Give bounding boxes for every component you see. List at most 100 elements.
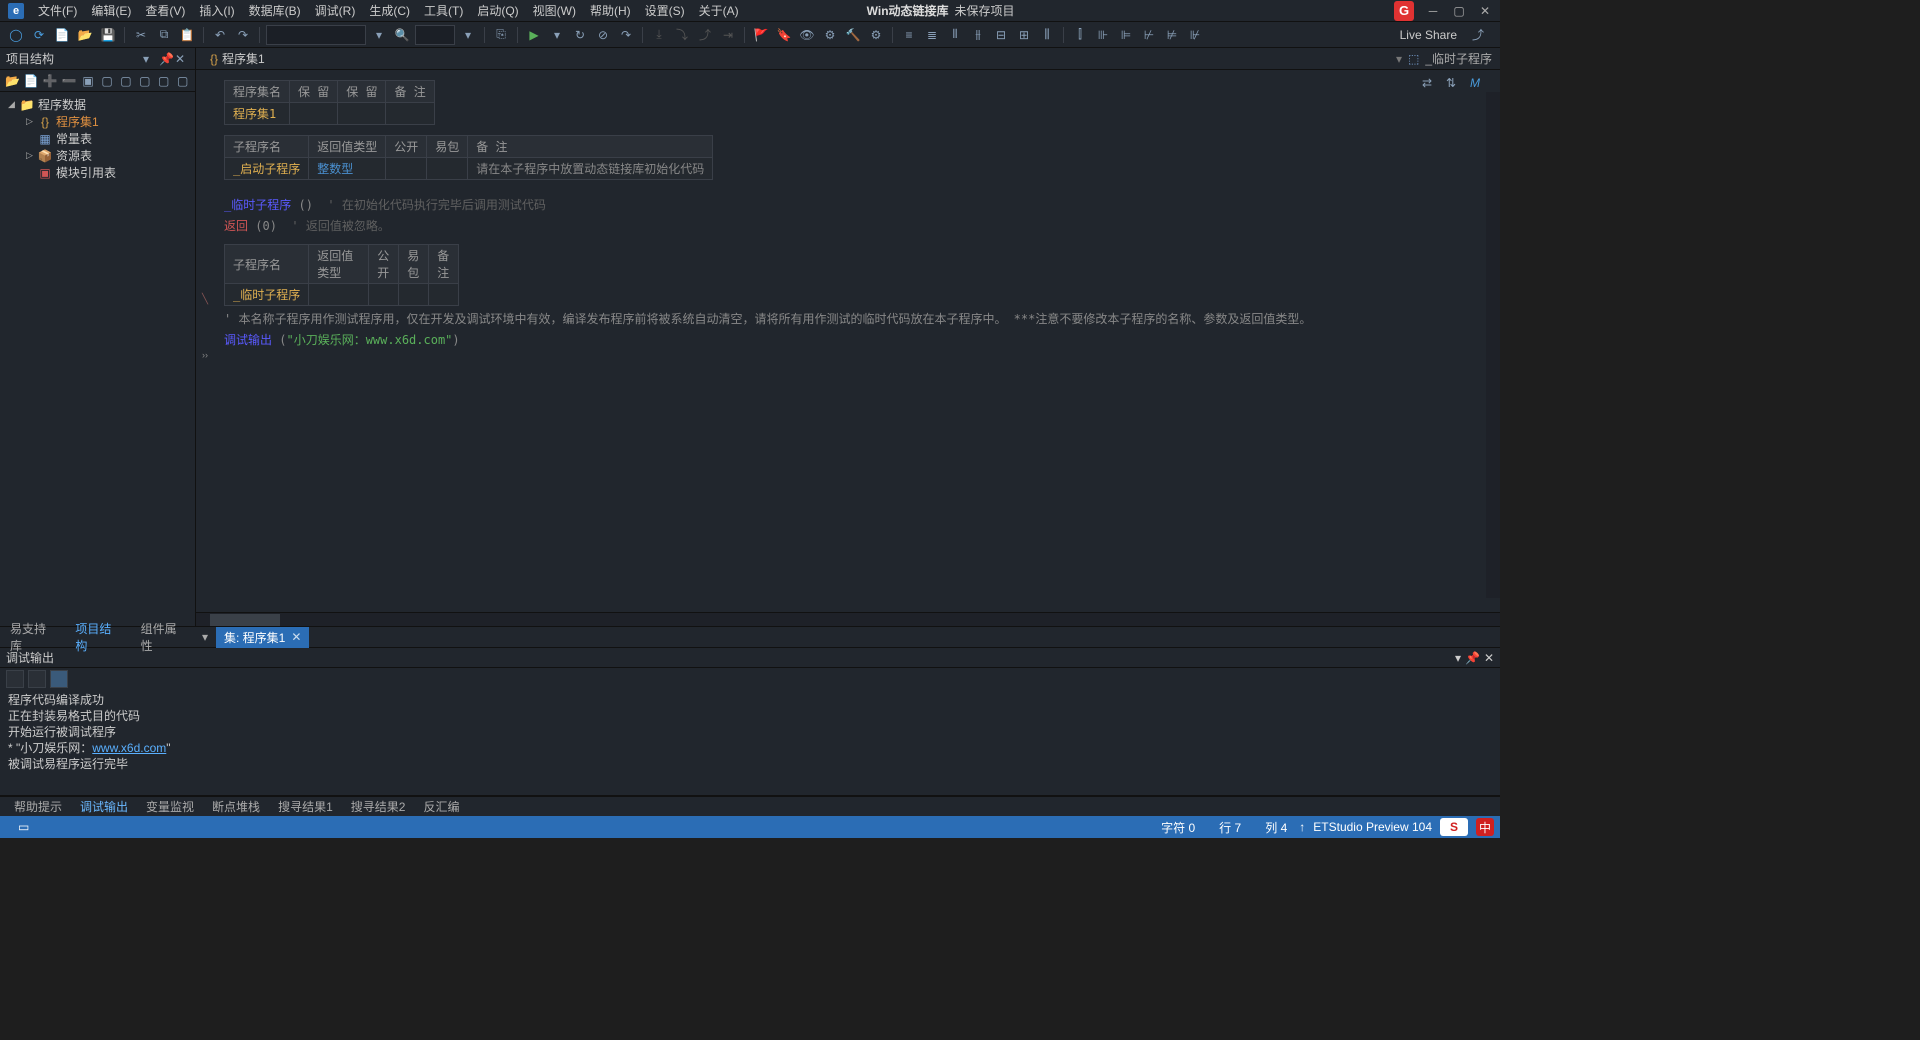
new-file-icon[interactable]: 📄 — [52, 25, 72, 45]
code-tool1-icon[interactable]: ⇄ — [1422, 76, 1440, 94]
replace-combo[interactable] — [415, 25, 455, 45]
tree-del-icon[interactable]: ➖ — [61, 72, 78, 90]
panel-close-icon[interactable]: ✕ — [175, 52, 189, 66]
menu-window[interactable]: 视图(W) — [527, 0, 582, 21]
dropdown2-icon[interactable]: ▾ — [458, 25, 478, 45]
tab-var-watch[interactable]: 变量监视 — [138, 796, 202, 817]
dropdown3-icon[interactable]: ▾ — [547, 25, 567, 45]
align-1-icon[interactable]: ≡ — [899, 25, 919, 45]
panel-dropdown-icon[interactable]: ▾ — [143, 52, 157, 66]
open-file-icon[interactable]: 📂 — [75, 25, 95, 45]
find-icon[interactable]: 🔍 — [392, 25, 412, 45]
menu-edit[interactable]: 编辑(E) — [85, 0, 137, 21]
save-icon[interactable]: 💾 — [98, 25, 118, 45]
tree-module-icon[interactable]: ▣ — [80, 72, 97, 90]
break-cursor-icon[interactable]: ⇥ — [718, 25, 738, 45]
editor-tab[interactable]: {} 程序集1 — [202, 47, 273, 70]
code-tool2-icon[interactable]: ⇅ — [1446, 76, 1464, 94]
status-left-icon[interactable]: ▭ — [6, 820, 41, 834]
menu-database[interactable]: 数据库(B) — [243, 0, 307, 21]
close-button[interactable]: ✕ — [1478, 4, 1492, 18]
menu-insert[interactable]: 插入(I) — [193, 0, 240, 21]
copy-icon[interactable]: ⧉ — [154, 25, 174, 45]
output-wrap-icon[interactable] — [50, 670, 68, 688]
align-10-icon[interactable]: ⊫ — [1116, 25, 1136, 45]
break-over-icon[interactable]: ⤵ — [672, 25, 692, 45]
bookmark2-icon[interactable]: 🔖 — [774, 25, 794, 45]
align-11-icon[interactable]: ⊬ — [1139, 25, 1159, 45]
tree-b4-icon[interactable]: ▢ — [155, 72, 172, 90]
nav-back-icon[interactable]: ◯ — [6, 25, 26, 45]
project-tree[interactable]: ◢📁程序数据 ▷{}程序集1 ▦常量表 ▷📦资源表 ▣模块引用表 — [0, 92, 195, 626]
tree-node-res[interactable]: ▷📦资源表 — [2, 147, 193, 164]
pin-icon[interactable]: 📌 — [159, 52, 173, 66]
align-8-icon[interactable]: ⫿ — [1070, 25, 1090, 45]
live-share-button[interactable]: Live Share — [1392, 28, 1465, 42]
tree-node-programset[interactable]: ▷{}程序集1 — [2, 113, 193, 130]
tree-node-root[interactable]: ◢📁程序数据 — [2, 96, 193, 113]
menu-build[interactable]: 生成(C) — [363, 0, 416, 21]
align-12-icon[interactable]: ⊭ — [1162, 25, 1182, 45]
align-4-icon[interactable]: ⫵ — [968, 25, 988, 45]
undo-icon[interactable]: ↶ — [210, 25, 230, 45]
maximize-button[interactable]: ▢ — [1452, 4, 1466, 18]
run-icon[interactable]: ▶ — [524, 25, 544, 45]
output-pin-icon[interactable]: 📌 — [1465, 651, 1480, 665]
output-body[interactable]: 程序代码编译成功 正在封装易格式目的代码 开始运行被调试程序 * "小刀娱乐网：… — [0, 690, 1500, 795]
tab-disassembly[interactable]: 反汇编 — [415, 796, 467, 817]
search-combo[interactable] — [266, 25, 366, 45]
output-filter-icon[interactable] — [28, 670, 46, 688]
menu-debug[interactable]: 调试(R) — [309, 0, 362, 21]
minimize-button[interactable]: ─ — [1426, 4, 1440, 18]
menu-help[interactable]: 帮助(H) — [584, 0, 637, 21]
tab-search-result2[interactable]: 搜寻结果2 — [343, 796, 414, 817]
align-6-icon[interactable]: ⊞ — [1014, 25, 1034, 45]
dropdown-icon[interactable]: ▾ — [369, 25, 389, 45]
step-icon[interactable]: ↷ — [616, 25, 636, 45]
close-tab-icon[interactable]: ✕ — [291, 630, 301, 644]
bookmark-icon[interactable]: 🚩 — [751, 25, 771, 45]
share-icon[interactable]: ⤴ — [1472, 26, 1490, 44]
break-in-icon[interactable]: ⤓ — [649, 25, 669, 45]
breadcrumb[interactable]: ▾ ⬚ _临时子程序 — [1396, 50, 1500, 67]
ime-badge-icon[interactable]: S — [1440, 818, 1468, 836]
paste-icon[interactable]: 📋 — [177, 25, 197, 45]
tab-debug-output[interactable]: 调试输出 — [72, 796, 136, 817]
config-icon[interactable]: ⚙ — [820, 25, 840, 45]
watch-icon[interactable]: 👁 — [797, 25, 817, 45]
align-7-icon[interactable]: ⫼ — [1037, 25, 1057, 45]
menu-about[interactable]: 关于(A) — [693, 0, 745, 21]
align-3-icon[interactable]: ⫴ — [945, 25, 965, 45]
redo-icon[interactable]: ↷ — [233, 25, 253, 45]
tree-node-modref[interactable]: ▣模块引用表 — [2, 164, 193, 181]
menu-file[interactable]: 文件(F) — [32, 0, 83, 21]
tree-add-icon[interactable]: ➕ — [42, 72, 59, 90]
align-5-icon[interactable]: ⊟ — [991, 25, 1011, 45]
menu-tools[interactable]: 工具(T) — [418, 0, 469, 21]
ime-cn-icon[interactable]: 中 — [1476, 818, 1494, 836]
output-dropdown-icon[interactable]: ▾ — [1455, 651, 1461, 665]
status-upload-icon[interactable]: ↑ — [1299, 820, 1305, 834]
tree-b1-icon[interactable]: ▢ — [99, 72, 116, 90]
align-2-icon[interactable]: ≣ — [922, 25, 942, 45]
stop-debug-icon[interactable]: ⊘ — [593, 25, 613, 45]
editor-file-tab[interactable]: 集: 程序集1 ✕ — [216, 627, 309, 648]
tree-b2-icon[interactable]: ▢ — [117, 72, 134, 90]
break-out-icon[interactable]: ⤴ — [695, 25, 715, 45]
tree-node-const[interactable]: ▦常量表 — [2, 130, 193, 147]
output-clear-icon[interactable] — [6, 670, 24, 688]
menu-launch[interactable]: 启动(Q) — [471, 0, 524, 21]
scrollbar-horizontal[interactable] — [196, 612, 1500, 626]
menu-settings[interactable]: 设置(S) — [639, 0, 691, 21]
tab-help-hint[interactable]: 帮助提示 — [6, 796, 70, 817]
menu-view[interactable]: 查看(V) — [139, 0, 191, 21]
output-close-icon[interactable]: ✕ — [1484, 651, 1494, 665]
tree-b5-icon[interactable]: ▢ — [174, 72, 191, 90]
tab-search-result1[interactable]: 搜寻结果1 — [270, 796, 341, 817]
align-13-icon[interactable]: ⊮ — [1185, 25, 1205, 45]
restart-icon[interactable]: ↻ — [570, 25, 590, 45]
tree-b3-icon[interactable]: ▢ — [136, 72, 153, 90]
build-icon[interactable]: 🔨 — [843, 25, 863, 45]
goto-icon[interactable]: ⎘ — [491, 25, 511, 45]
code-editor[interactable]: ⇄ ⇅ M 程序集名保 留保 留备 注 程序集1 子程序名返回值类型公开易包备 … — [196, 70, 1500, 612]
